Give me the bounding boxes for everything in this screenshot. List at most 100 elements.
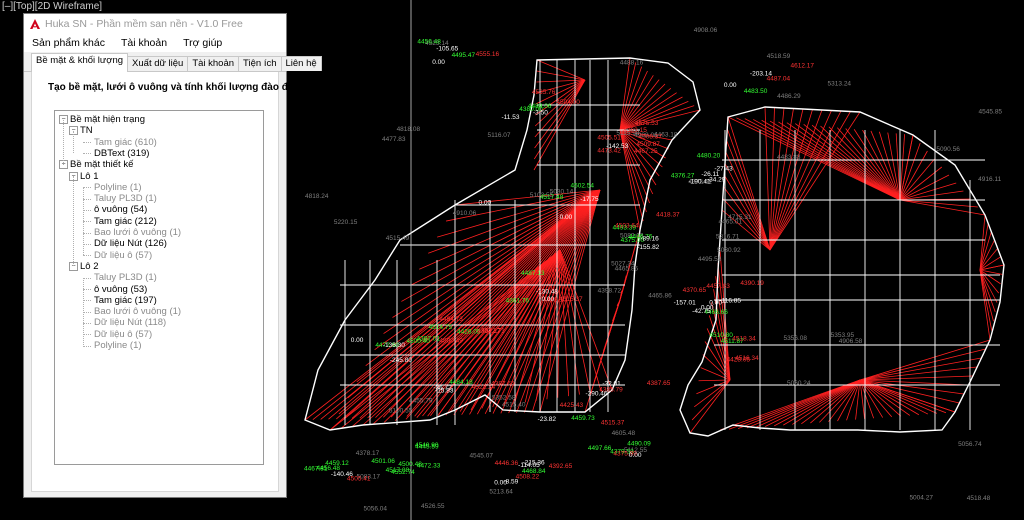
elevation-label: 4916.11 [978, 176, 1001, 183]
window-title-bar[interactable]: Huka SN - Phần mềm san nền - V1.0 Free [24, 14, 286, 33]
triangulation-edge [765, 379, 861, 427]
triangulation-edge [727, 116, 771, 251]
tree-connector [73, 130, 74, 154]
tree-item[interactable]: Bao lưới ô vuông (1) [92, 227, 181, 238]
tree-item-label: Taluy PL3D (1) [94, 193, 157, 205]
tree-item-label: Bao lưới ô vuông (1) [94, 306, 182, 318]
tree-item[interactable]: Dữ liệu Nút (126) [92, 238, 167, 249]
elevation-label: -17.75 [580, 196, 599, 203]
elevation-label: 0.00 [541, 296, 554, 303]
triangulation-edge [536, 59, 586, 81]
triangulation-edge [769, 110, 832, 251]
tree-item[interactable]: Bao lưới ô vuông (1) [92, 306, 181, 317]
tree-connector [83, 345, 91, 347]
triangulation-edge [691, 379, 731, 421]
tree-connector [83, 322, 91, 324]
elevation-label: 4418.37 [656, 212, 680, 219]
elevation-label: 4504.00 [556, 99, 580, 106]
elevation-label: 4467.25 [634, 148, 658, 155]
elevation-label: -203.14 [750, 70, 772, 77]
tree-item-label: ô vuông (53) [94, 283, 148, 295]
elevation-label: -32.01 [602, 381, 621, 388]
tree-item[interactable]: ô vuông (54) [92, 204, 147, 215]
elevation-label: 4446.36 [495, 460, 519, 467]
elevation-label: 4508.37 [639, 133, 663, 140]
elevation-label: -136.30 [383, 342, 405, 349]
tree-item-label: Polyline (1) [94, 181, 142, 193]
tree-item-label: Tam giác (212) [94, 215, 157, 227]
elevation-label: 4910.06 [453, 210, 477, 217]
elevation-label: 4516.34 [735, 355, 759, 362]
menu-account[interactable]: Tài khoản [119, 37, 169, 49]
tree-connector [63, 119, 64, 165]
surface-tree-view[interactable]: − Bề mặt hiện trạng − TN Tam giác (610) DBTex… [54, 110, 264, 465]
tab-export-data[interactable]: Xuất dữ liệu [127, 56, 189, 71]
elevation-label: 5220.15 [334, 219, 358, 226]
triangulation-edge [979, 269, 996, 313]
tree-item[interactable]: Tam giác (197) [92, 295, 157, 306]
elevation-label: 4398.72 [598, 287, 622, 294]
tab-surface-volume[interactable]: Bề mặt & khối lượng [31, 53, 129, 72]
tree-item-label: Tam giác (197) [94, 294, 157, 306]
elevation-label: 0.00 [560, 214, 573, 221]
tree-connector [83, 334, 91, 336]
tree-item[interactable]: ô vuông (53) [92, 284, 147, 295]
tree-item[interactable]: Dữ liệu ô (57) [92, 250, 152, 261]
elevation-label: 0.00 [478, 199, 491, 206]
elevation-label: 4483.50 [744, 88, 768, 95]
elevation-label: 4495.47 [452, 52, 476, 59]
elevation-label: 5027.34 [611, 260, 635, 267]
tree-item[interactable]: Taluy PL3D (1) [92, 193, 157, 204]
tree-item[interactable]: − Bề mặt thiết kế [59, 159, 133, 170]
tree-connector [83, 198, 91, 200]
tree-item-label: Dữ liệu Nút (118) [94, 317, 167, 329]
elevation-label: 4500.49 [439, 338, 463, 345]
viewport-controls-label[interactable]: [–][Top][2D Wireframe] [2, 1, 102, 12]
elevation-label: 4497.66 [588, 445, 612, 452]
elevation-label: -36.72 [433, 385, 452, 392]
triangulation-edge [536, 70, 586, 81]
elevation-label: 4465.86 [648, 293, 672, 300]
tree-item[interactable]: Polyline (1) [92, 182, 142, 193]
elevation-label: 4477.83 [382, 136, 406, 143]
tree-item[interactable]: Polyline (1) [92, 340, 142, 351]
triangulation-edge [728, 379, 861, 430]
elevation-label: 4505.51 [597, 135, 621, 142]
tree-item[interactable]: Dữ liệu ô (57) [92, 329, 152, 340]
triangulation-edge [853, 129, 901, 201]
tree-connector [83, 277, 91, 279]
elevation-label: -11.53 [502, 114, 520, 121]
triangulation-edge [859, 348, 986, 381]
triangulation-edge [819, 379, 861, 423]
tree-item[interactable]: Tam giác (212) [92, 216, 157, 227]
menu-help[interactable]: Trợ giúp [181, 37, 224, 49]
tree-item[interactable]: − Bề mặt hiện trạng [59, 114, 145, 125]
menu-other-products[interactable]: Sản phẩm khác [30, 37, 107, 49]
elevation-label: 4425.43 [560, 402, 584, 409]
tree-item[interactable]: Tam giác (610) [92, 137, 157, 148]
elevation-label: -105.65 [436, 45, 458, 52]
elevation-label: 4526.55 [421, 503, 445, 510]
tree-item-label: ô vuông (54) [94, 204, 148, 216]
tree-item[interactable]: Taluy PL3D (1) [92, 272, 157, 283]
elevation-label: 4488.16 [620, 60, 644, 67]
tree-item-label: Taluy PL3D (1) [94, 272, 157, 284]
elevation-label: 5316.71 [716, 233, 740, 240]
elevation-label: 4555.16 [476, 51, 500, 58]
tree-connector [83, 153, 91, 155]
tree-item[interactable]: Dữ liệu Nút (118) [92, 317, 166, 328]
elevation-label: 4518.34 [732, 336, 756, 343]
elevation-label: 4457.83 [706, 283, 730, 290]
huka-sn-window: Huka SN - Phần mềm san nền - V1.0 Free S… [23, 13, 322, 498]
window-title: Huka SN - Phần mềm san nền - V1.0 Free [45, 17, 243, 30]
tree-item[interactable]: DBText (319) [92, 148, 149, 159]
tab-account[interactable]: Tài khoản [187, 56, 240, 71]
elevation-label: 0.00 [432, 59, 445, 66]
elevation-label: -142.53 [606, 143, 628, 150]
triangulation-edge [769, 108, 804, 251]
elevation-label: 4535.76 [532, 89, 556, 96]
tab-utilities[interactable]: Tiện ích [238, 56, 282, 71]
tree-connector [83, 300, 91, 302]
elevation-label: -155.82 [637, 244, 659, 251]
tab-contact[interactable]: Liên hệ [280, 56, 322, 71]
